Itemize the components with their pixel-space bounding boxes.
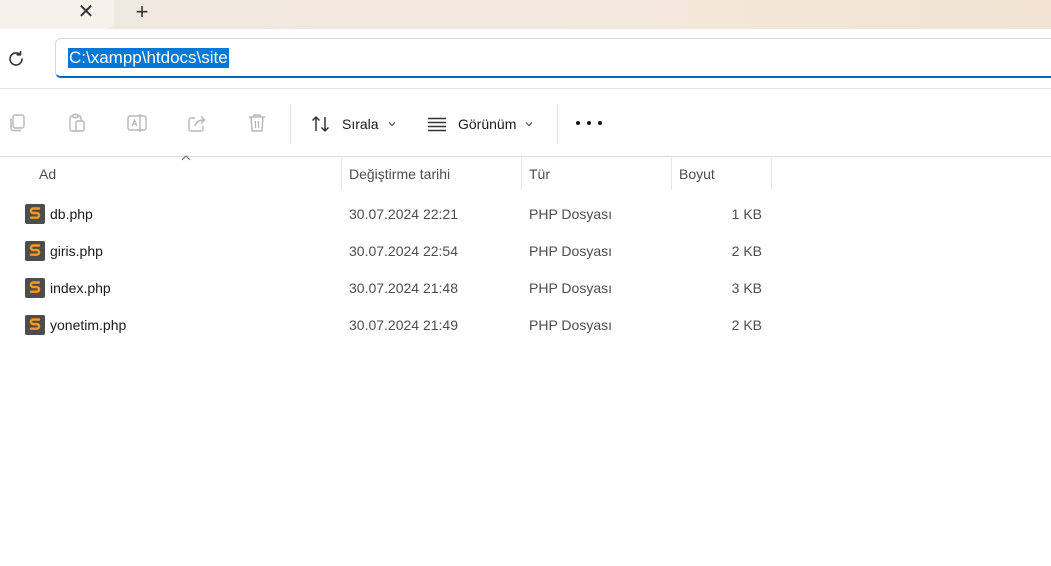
copy-icon[interactable] [6, 112, 28, 134]
file-row[interactable]: db.php 30.07.2024 22:21 PHP Dosyası 1 KB [0, 196, 780, 233]
view-label: Görünüm [458, 116, 517, 132]
dot [576, 121, 580, 125]
refresh-icon[interactable] [4, 47, 28, 71]
file-size: 3 KB [731, 280, 762, 296]
column-divider[interactable] [771, 158, 772, 190]
file-size: 1 KB [731, 206, 762, 222]
view-list-icon [428, 117, 446, 132]
tab-strip: ✕ + [0, 0, 1051, 29]
dot [598, 121, 602, 125]
column-divider[interactable] [521, 158, 522, 190]
column-divider[interactable] [671, 158, 672, 190]
dot [587, 121, 591, 125]
file-modified-date: 30.07.2024 22:54 [349, 243, 458, 259]
file-name: index.php [50, 280, 111, 296]
file-row[interactable]: yonetim.php 30.07.2024 21:49 PHP Dosyası 2 … [0, 307, 780, 344]
address-bar[interactable]: C:\xampp\htdocs\site [55, 38, 1051, 78]
sort-label: Sırala [342, 116, 379, 132]
sort-button[interactable]: Sırala [310, 110, 397, 138]
chevron-down-icon [388, 122, 396, 127]
column-divider[interactable] [341, 158, 342, 190]
chevron-down-icon [525, 122, 533, 127]
column-header-name[interactable]: Ad [39, 158, 56, 190]
file-size: 2 KB [731, 317, 762, 333]
file-type: PHP Dosyası [529, 280, 612, 296]
php-file-icon [25, 204, 45, 224]
php-file-icon [25, 241, 45, 261]
view-button[interactable]: Görünüm [426, 110, 534, 138]
file-modified-date: 30.07.2024 21:49 [349, 317, 458, 333]
file-name: db.php [50, 206, 93, 222]
new-tab-icon[interactable]: + [131, 0, 153, 24]
php-file-icon [25, 315, 45, 335]
file-type: PHP Dosyası [529, 317, 612, 333]
toolbar-divider [290, 104, 291, 144]
active-tab[interactable]: ✕ [0, 0, 114, 29]
share-icon[interactable] [186, 112, 208, 134]
file-modified-date: 30.07.2024 22:21 [349, 206, 458, 222]
address-path[interactable]: C:\xampp\htdocs\site [68, 48, 229, 68]
file-size: 2 KB [731, 243, 762, 259]
file-type: PHP Dosyası [529, 243, 612, 259]
file-name: giris.php [50, 243, 103, 259]
address-row: C:\xampp\htdocs\site [0, 29, 1051, 89]
command-bar: Sırala Görünüm [0, 90, 1051, 157]
paste-icon[interactable] [66, 112, 88, 134]
more-options-icon[interactable] [576, 113, 602, 133]
sort-ascending-icon [181, 155, 191, 161]
column-header-size[interactable]: Boyut [679, 158, 715, 190]
file-modified-date: 30.07.2024 21:48 [349, 280, 458, 296]
close-tab-icon[interactable]: ✕ [76, 1, 96, 23]
file-row[interactable]: giris.php 30.07.2024 22:54 PHP Dosyası 2 KB [0, 233, 780, 270]
file-row[interactable]: index.php 30.07.2024 21:48 PHP Dosyası 3 KB [0, 270, 780, 307]
toolbar-divider [557, 104, 558, 144]
column-header-date[interactable]: Değiştirme tarihi [349, 158, 450, 190]
php-file-icon [25, 278, 45, 298]
file-name: yonetim.php [50, 317, 127, 333]
sort-icon [311, 116, 330, 132]
delete-icon[interactable] [246, 112, 268, 134]
file-type: PHP Dosyası [529, 206, 612, 222]
rename-icon[interactable] [126, 112, 148, 134]
column-header-type[interactable]: Tür [529, 158, 550, 190]
